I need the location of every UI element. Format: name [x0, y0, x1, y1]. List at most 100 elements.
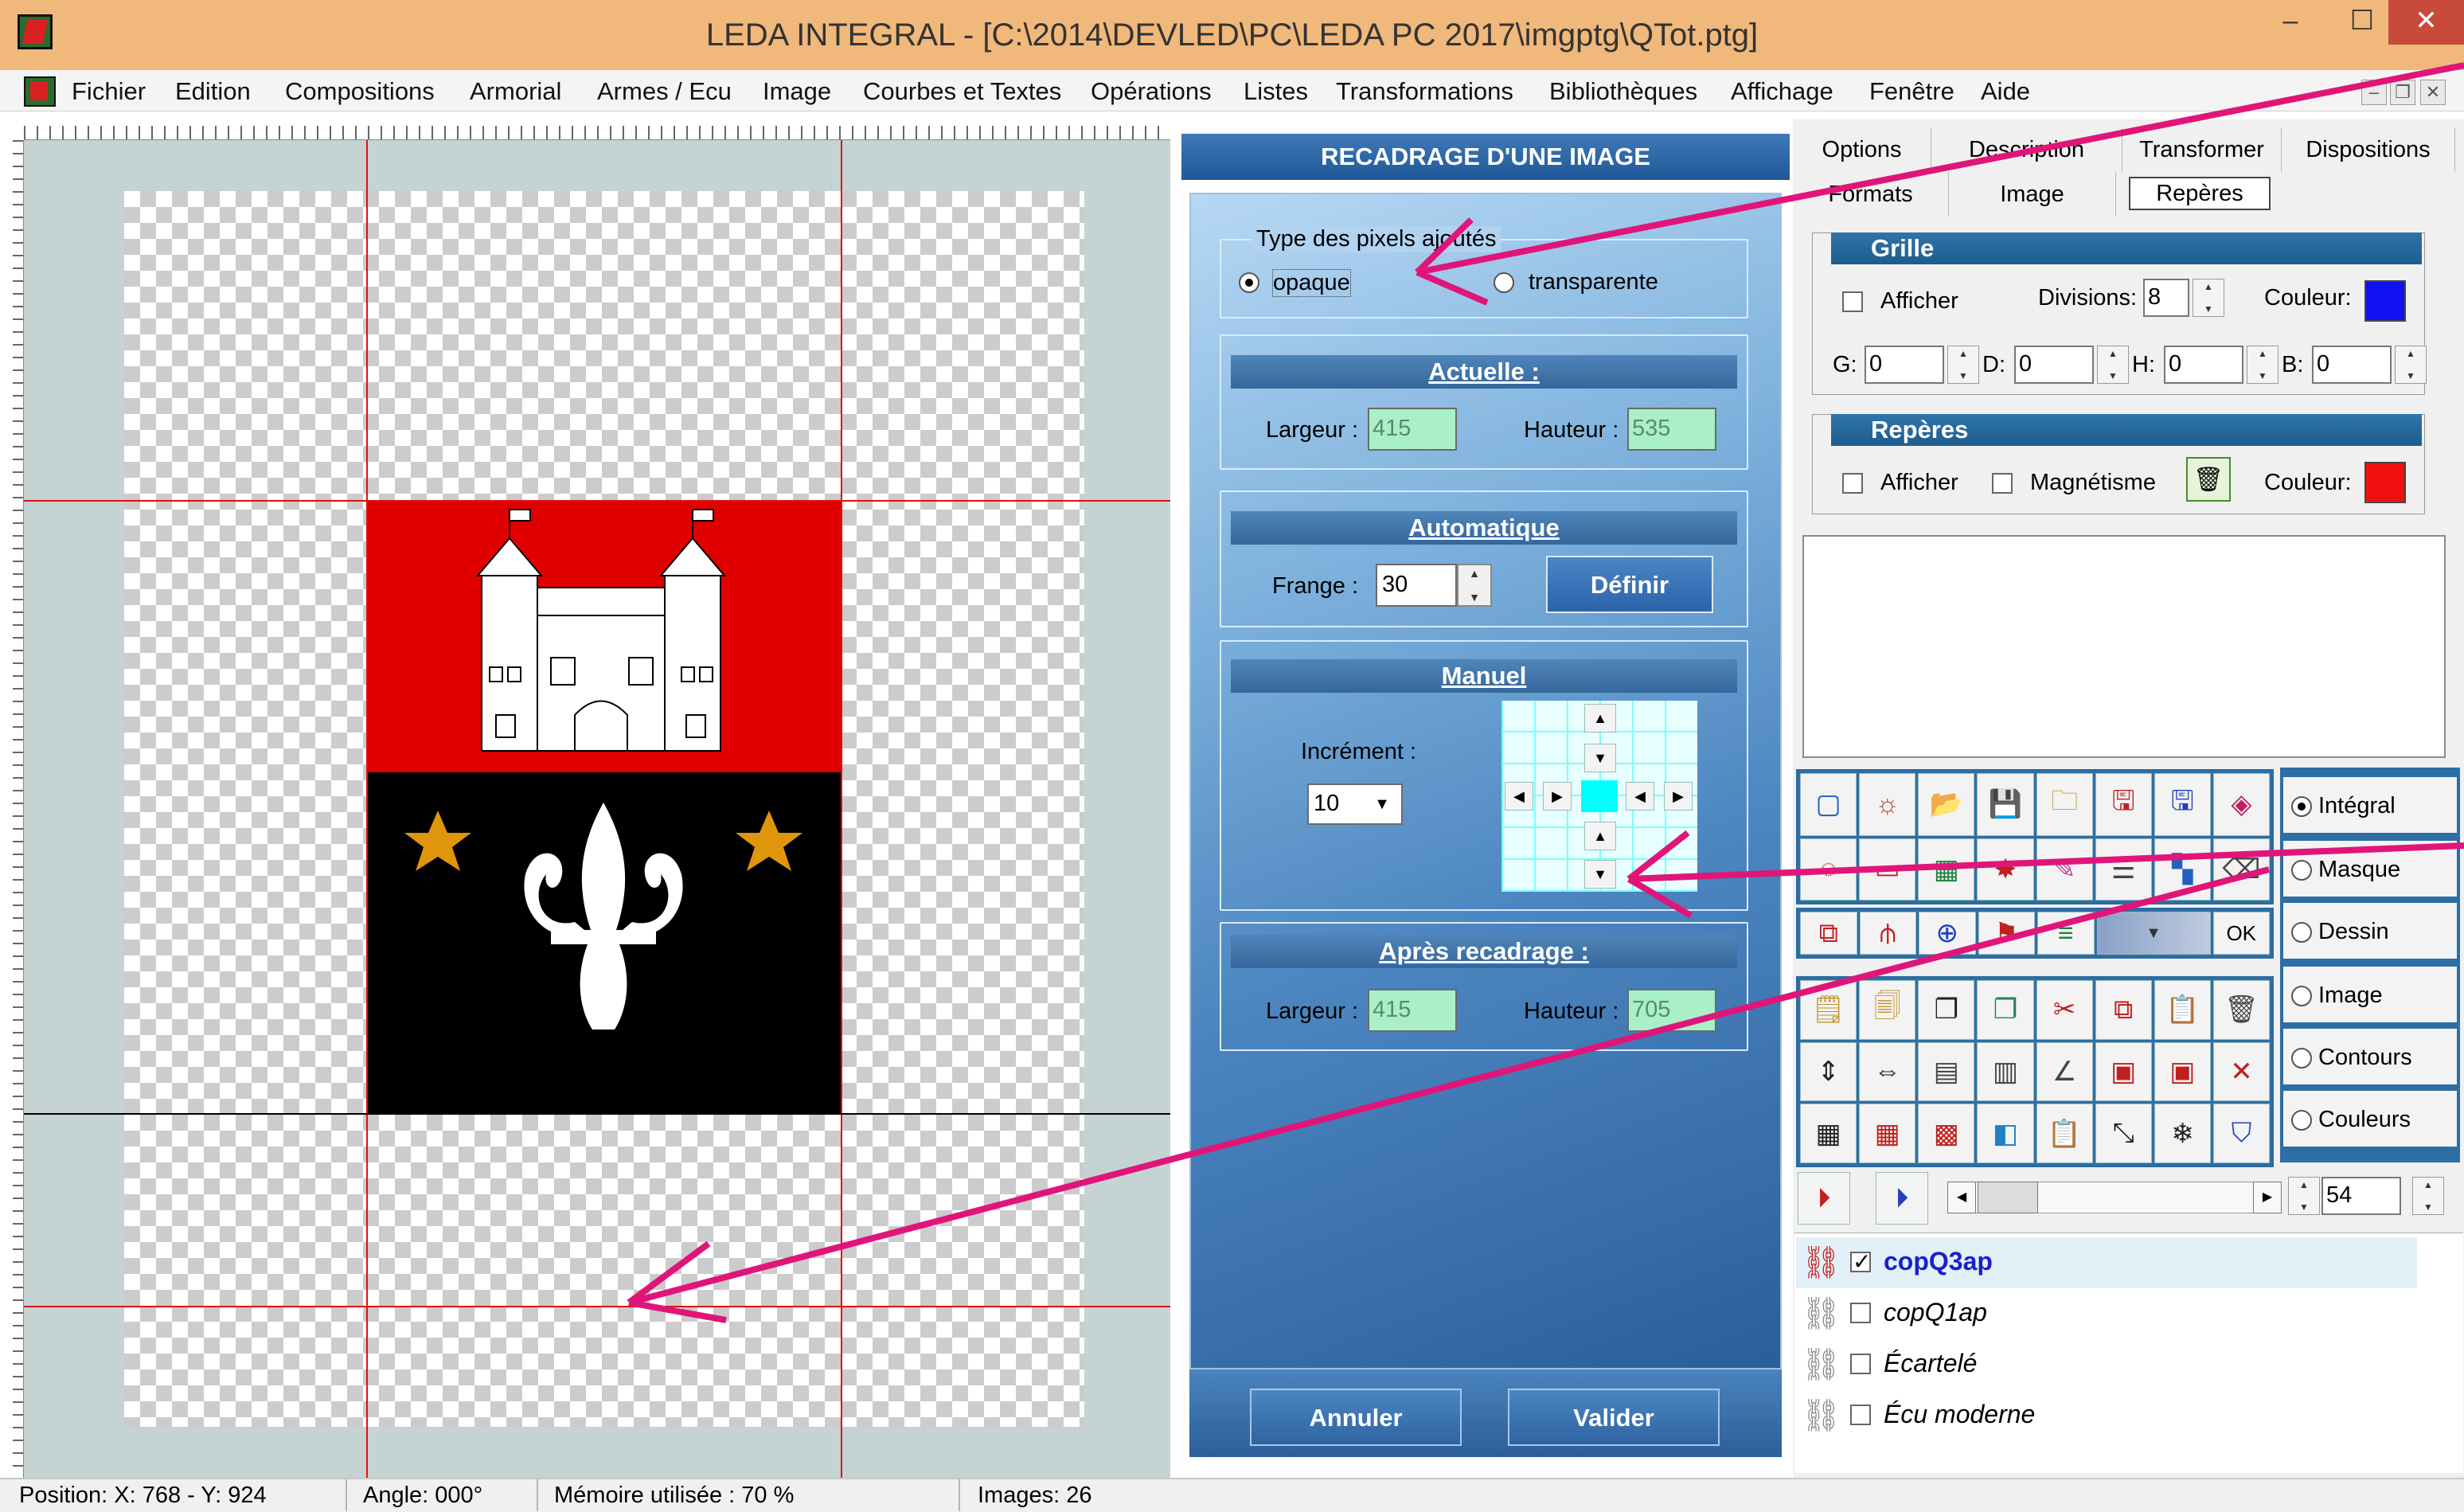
divisions-spinner[interactable] — [2193, 279, 2224, 317]
menu-aide[interactable]: Aide — [1981, 73, 2030, 110]
transparente-label[interactable]: transparente — [1529, 269, 1658, 295]
new-shield-icon[interactable]: ▢ — [1800, 773, 1857, 836]
save-blue-icon[interactable]: 🖫 — [2154, 773, 2211, 836]
menu-armes-ecu[interactable]: Armes / Ecu — [597, 73, 732, 110]
tab-transformer[interactable]: Transformer — [2122, 127, 2282, 172]
clipboard-icon[interactable]: 📋 — [2036, 1104, 2093, 1163]
palette-icon[interactable]: ◈ — [2212, 773, 2270, 836]
tab-dispositions[interactable]: Dispositions — [2282, 127, 2455, 172]
minimize-button[interactable]: – — [2255, 0, 2326, 45]
mode-dessin[interactable]: Dessin — [2283, 903, 2457, 960]
resize-icon[interactable]: ⤡ — [2095, 1104, 2152, 1163]
stripes-icon[interactable]: ≡ — [2037, 912, 2095, 955]
circle-select-icon[interactable]: ◌ — [1800, 838, 1857, 901]
document-icon[interactable] — [24, 76, 56, 107]
layer-copq1ap[interactable]: copQ1ap — [1884, 1287, 1987, 1338]
frame-icon[interactable]: ▭ — [1859, 838, 1916, 901]
menu-compositions[interactable]: Compositions — [285, 73, 435, 110]
guide-line-vertical[interactable] — [366, 140, 368, 1478]
pencil-icon[interactable]: ✎ — [2036, 838, 2093, 901]
save-icon[interactable]: 💾 — [1977, 773, 2034, 836]
opaque-label[interactable]: opaque — [1272, 269, 1351, 297]
d-spinner[interactable] — [2097, 346, 2129, 384]
bottom-down-arrow-icon[interactable]: ▼ — [1584, 860, 1616, 889]
layers-icon[interactable]: ☰ — [2095, 838, 2152, 901]
add-division-icon[interactable]: ⊕ — [1919, 912, 1976, 955]
magnetisme-checkbox[interactable] — [1992, 473, 2013, 494]
texture-dropdown[interactable]: ▼ — [2096, 912, 2211, 955]
bucket-icon[interactable]: ◧ — [1977, 1104, 2034, 1163]
tab-description[interactable]: Description — [1931, 127, 2122, 172]
snowflake-icon[interactable]: ❄ — [2154, 1104, 2211, 1163]
zoom-input[interactable]: 54 — [2321, 1177, 2401, 1215]
tab-image[interactable]: Image — [1949, 172, 2116, 217]
grille-color-swatch[interactable] — [2364, 280, 2406, 322]
frame-red-icon[interactable]: ▣ — [2095, 1041, 2152, 1102]
frange-spinner[interactable] — [1457, 564, 1492, 607]
zoom-spinner-left[interactable] — [2288, 1177, 2320, 1215]
h-spinner[interactable] — [2247, 346, 2279, 384]
b-spinner[interactable] — [2395, 346, 2427, 384]
chain-icon[interactable]: ⛓ — [1801, 1291, 1841, 1336]
chain-red-icon[interactable]: ⛓ — [1801, 1240, 1841, 1285]
flag-icon[interactable]: ⚑ — [1978, 912, 2035, 955]
gradient-icon[interactable]: ▦ — [1918, 838, 1975, 901]
menu-image[interactable]: Image — [763, 73, 831, 110]
layer-checkbox-ecartele[interactable] — [1850, 1354, 1871, 1374]
grid-icon[interactable]: ▦ — [1800, 1104, 1857, 1163]
close-button[interactable]: ✕ — [2388, 0, 2464, 45]
mdi-close-icon[interactable]: ✕ — [2420, 80, 2446, 105]
flip-vertical-icon[interactable]: ⇕ — [1800, 1041, 1857, 1102]
copy-icon[interactable]: ⧉ — [2095, 980, 2152, 1040]
annuler-button[interactable]: Annuler — [1250, 1389, 1462, 1446]
tab-formats[interactable]: Formats — [1793, 172, 1949, 217]
right-left-arrow-icon[interactable]: ◀ — [1626, 782, 1654, 811]
menu-fenetre[interactable]: Fenêtre — [1869, 73, 1954, 110]
align-icon[interactable]: ▤ — [1918, 1041, 1975, 1102]
mode-contours[interactable]: Contours — [2283, 1029, 2457, 1086]
mdi-minimize-icon[interactable]: – — [2361, 80, 2387, 105]
reperes-afficher-checkbox[interactable] — [1842, 473, 1863, 494]
app-icon[interactable] — [18, 14, 53, 49]
right-right-arrow-icon[interactable]: ▶ — [1664, 782, 1693, 811]
grid-red-icon[interactable]: ▦ — [1859, 1104, 1916, 1163]
color-grid-icon[interactable]: ▚ — [2154, 838, 2211, 901]
split-icon[interactable]: ⫛ — [1859, 912, 1916, 955]
menu-affichage[interactable]: Affichage — [1731, 73, 1833, 110]
emblem-icon[interactable]: ☼ — [1859, 773, 1916, 836]
chain-icon[interactable]: ⛓ — [1801, 1393, 1841, 1438]
grille-afficher-label[interactable]: Afficher — [1880, 288, 1958, 315]
scroll-thumb[interactable] — [1978, 1182, 2038, 1213]
angle-icon[interactable]: ∠ — [2036, 1041, 2093, 1102]
left-left-arrow-icon[interactable]: ◀ — [1505, 782, 1533, 811]
menu-courbes-textes[interactable]: Courbes et Textes — [863, 73, 1061, 110]
duplicate-icon[interactable]: ❐ — [1918, 980, 1975, 1040]
guide-line-vertical[interactable] — [841, 140, 842, 1478]
h-input[interactable]: 0 — [2164, 346, 2243, 384]
menu-edition[interactable]: Edition — [175, 73, 251, 110]
menu-operations[interactable]: Opérations — [1091, 73, 1212, 110]
copy-shield-icon[interactable]: ⧉ — [1800, 912, 1857, 955]
layer-ecartele[interactable]: Écartelé — [1884, 1338, 1977, 1389]
definir-button[interactable]: Définir — [1546, 556, 1713, 613]
duplicate-green-icon[interactable]: ❐ — [1977, 980, 2034, 1040]
bottom-up-arrow-icon[interactable]: ▲ — [1584, 822, 1616, 850]
menu-bibliotheques[interactable]: Bibliothèques — [1549, 73, 1697, 110]
cross-icon[interactable]: ✕ — [2212, 1041, 2270, 1102]
menu-fichier[interactable]: Fichier — [72, 73, 146, 110]
frange-input[interactable]: 30 — [1376, 564, 1457, 607]
mode-couleurs[interactable]: Couleurs — [2283, 1091, 2457, 1148]
frame-red2-icon[interactable]: ▣ — [2154, 1041, 2211, 1102]
guide-line-horizontal[interactable] — [24, 500, 1170, 502]
menu-transformations[interactable]: Transformations — [1336, 73, 1513, 110]
play-red-icon[interactable]: ⏵ — [1798, 1172, 1850, 1225]
note-edit-icon[interactable]: 🗐 — [1859, 980, 1916, 1040]
mode-image[interactable]: Image — [2283, 967, 2457, 1024]
reperes-afficher-label[interactable]: Afficher — [1880, 470, 1958, 496]
divisions-input[interactable]: 8 — [2143, 279, 2189, 317]
play-blue-icon[interactable]: ⏵ — [1876, 1172, 1928, 1225]
top-down-arrow-icon[interactable]: ▼ — [1584, 744, 1616, 772]
flip-horizontal-icon[interactable]: ⇔ — [1859, 1041, 1916, 1102]
magnetisme-label[interactable]: Magnétisme — [2030, 470, 2156, 496]
mdi-restore-icon[interactable]: ❐ — [2390, 80, 2415, 105]
